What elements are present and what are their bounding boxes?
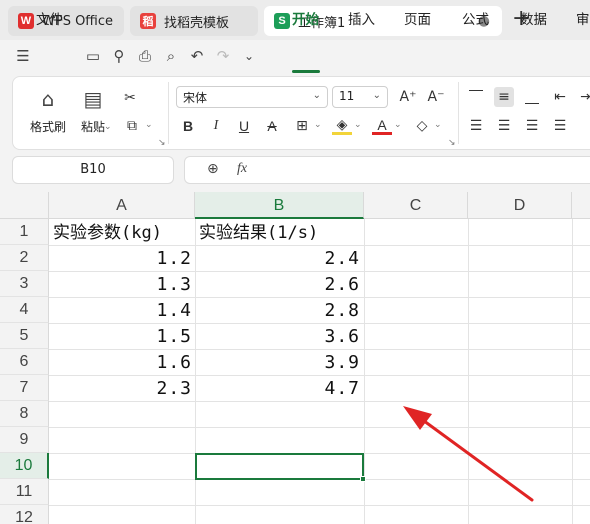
annotation-arrow	[403, 406, 534, 502]
